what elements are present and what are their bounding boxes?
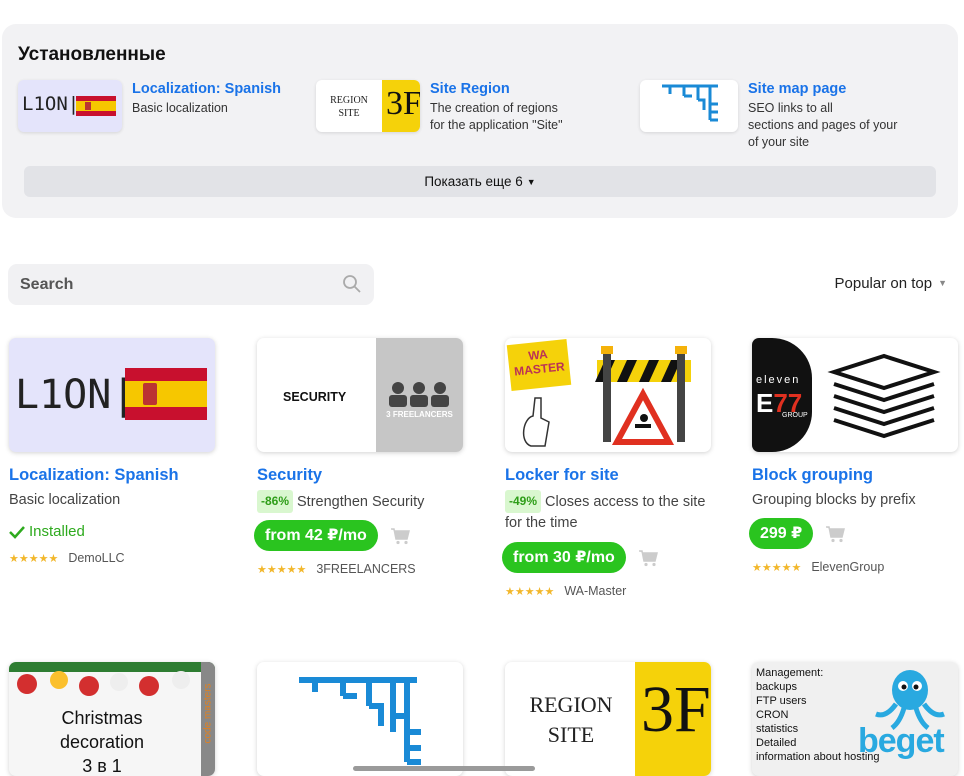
installed-status: Installed — [9, 523, 215, 540]
rating: ★★★★★ ElevenGroup — [752, 560, 958, 574]
thumb-text: 3 в 1 — [82, 756, 122, 776]
stars-icon: ★★★★★ — [257, 563, 307, 576]
installed-title[interactable]: Localization: Spanish — [132, 80, 281, 98]
search-input[interactable] — [8, 264, 308, 305]
product-card: Christmas decoration 3 в 1 code masters — [9, 662, 215, 776]
product-thumb[interactable]: REGION SITE 3F — [505, 662, 711, 776]
product-thumb[interactable]: Christmas decoration 3 в 1 code masters — [9, 662, 215, 776]
cart-icon[interactable] — [390, 527, 410, 545]
stars-icon: ★★★★★ — [505, 585, 555, 598]
3f-logo-icon: 3F — [635, 662, 711, 776]
installed-item-site-region[interactable]: REGION SITE 3F Site Region The creation … — [316, 80, 563, 134]
product-card: REGION SITE 3F — [505, 662, 711, 776]
sitemap-tree-icon — [662, 84, 718, 122]
stars-icon: ★★★★★ — [9, 552, 59, 565]
price-button[interactable]: 299 ₽ — [749, 518, 814, 549]
layers-icon — [827, 353, 941, 439]
installed-thumb-sitemap — [640, 80, 738, 132]
discount-badge: -49% — [505, 490, 542, 513]
product-thumb[interactable]: Management: backups FTP users CRON stati… — [752, 662, 958, 776]
product-card: eleven E77 GROUP Block grouping Grouping… — [749, 338, 958, 574]
product-desc: Basic localization — [9, 492, 121, 508]
search-box — [8, 264, 374, 305]
discount-badge: -86% — [257, 490, 294, 513]
christmas-ornaments-icon — [9, 662, 215, 696]
rating: ★★★★★ 3FREELANCERS — [257, 562, 463, 576]
elevengroup-logo-icon: eleven E77 GROUP — [752, 338, 812, 452]
installed-thumb-localization: L1ON| — [18, 80, 122, 132]
spain-flag-icon — [125, 368, 207, 420]
price-button[interactable]: from 42 ₽/mo — [254, 520, 378, 551]
3f-logo-icon: 3F — [382, 80, 420, 132]
vendor-name[interactable]: ElevenGroup — [811, 560, 884, 574]
product-card: SECURITY 3 FREELANCERS Security -86% Stre… — [254, 338, 463, 576]
scroll-indicator[interactable] — [353, 766, 535, 771]
product-thumb[interactable]: L1ON| — [9, 338, 215, 452]
thumb-text: decoration — [59, 732, 145, 752]
search-icon[interactable] — [342, 274, 362, 294]
spain-flag-icon — [76, 96, 116, 116]
product-thumb[interactable] — [257, 662, 463, 776]
beget-logo: beget — [858, 722, 945, 760]
product-card — [257, 662, 463, 776]
stars-icon: ★★★★★ — [752, 561, 802, 574]
product-title[interactable]: Block grouping — [752, 465, 958, 485]
installed-desc: SEO links to all sections and pages of y… — [748, 101, 898, 149]
check-icon — [9, 525, 25, 539]
vendor-name[interactable]: 3FREELANCERS — [316, 562, 415, 576]
show-more-button[interactable]: Показать еще 6 ▼ — [24, 166, 936, 197]
caret-down-icon: ▼ — [526, 177, 536, 187]
product-card: WA MASTER Locker for site -49% Closes acce… — [502, 338, 711, 598]
installed-title[interactable]: Site map page — [748, 80, 897, 98]
product-card: L1ON| Localization: Spanish Basic locali… — [9, 338, 215, 565]
freelancers-logo-icon: 3 FREELANCERS — [376, 338, 463, 452]
sort-dropdown[interactable]: Popular on top ▼ — [835, 275, 948, 292]
installed-item-site-map[interactable]: Site map page SEO links to all sections … — [640, 80, 897, 151]
thumb-text: SITE — [547, 722, 595, 747]
vendor-name[interactable]: DemoLLC — [68, 551, 124, 565]
caret-down-icon: ▼ — [938, 278, 947, 288]
product-title[interactable]: Locker for site — [505, 465, 711, 485]
product-thumb[interactable]: eleven E77 GROUP — [752, 338, 958, 452]
sitemap-tree-icon — [299, 677, 421, 765]
vendor-name[interactable]: WA-Master — [564, 584, 626, 598]
installed-panel: Установленные L1ON| Localization: Spanis… — [2, 24, 958, 218]
thumb-text: Christmas — [61, 708, 143, 728]
price-button[interactable]: from 30 ₽/mo — [502, 542, 626, 573]
product-card: Management: backups FTP users CRON stati… — [752, 662, 958, 776]
installed-thumb-region: REGION SITE 3F — [316, 80, 420, 132]
product-desc: Grouping blocks by prefix — [752, 492, 916, 508]
product-thumb[interactable]: WA MASTER — [505, 338, 711, 452]
cart-icon[interactable] — [825, 525, 846, 543]
installed-heading: Установленные — [18, 44, 166, 65]
barrier-icon — [522, 346, 691, 447]
cart-icon[interactable] — [638, 549, 658, 567]
installed-item-localization[interactable]: L1ON| Localization: Spanish Basic locali… — [18, 80, 281, 132]
installed-title[interactable]: Site Region — [430, 80, 563, 98]
thumb-text: REGION — [529, 692, 613, 717]
product-title[interactable]: Localization: Spanish — [9, 465, 215, 485]
rating: ★★★★★ DemoLLC — [9, 551, 215, 565]
product-desc: -49% Closes access to the site for the ti… — [505, 490, 711, 534]
product-title[interactable]: Security — [257, 465, 463, 485]
code-masters-logo-icon: code masters — [201, 662, 215, 776]
installed-desc: Basic localization — [132, 101, 228, 115]
rating: ★★★★★ WA-Master — [505, 584, 711, 598]
installed-desc: The creation of regions for the applicat… — [430, 101, 563, 132]
product-desc: -86% Strengthen Security — [257, 490, 463, 513]
product-thumb[interactable]: SECURITY 3 FREELANCERS — [257, 338, 463, 452]
